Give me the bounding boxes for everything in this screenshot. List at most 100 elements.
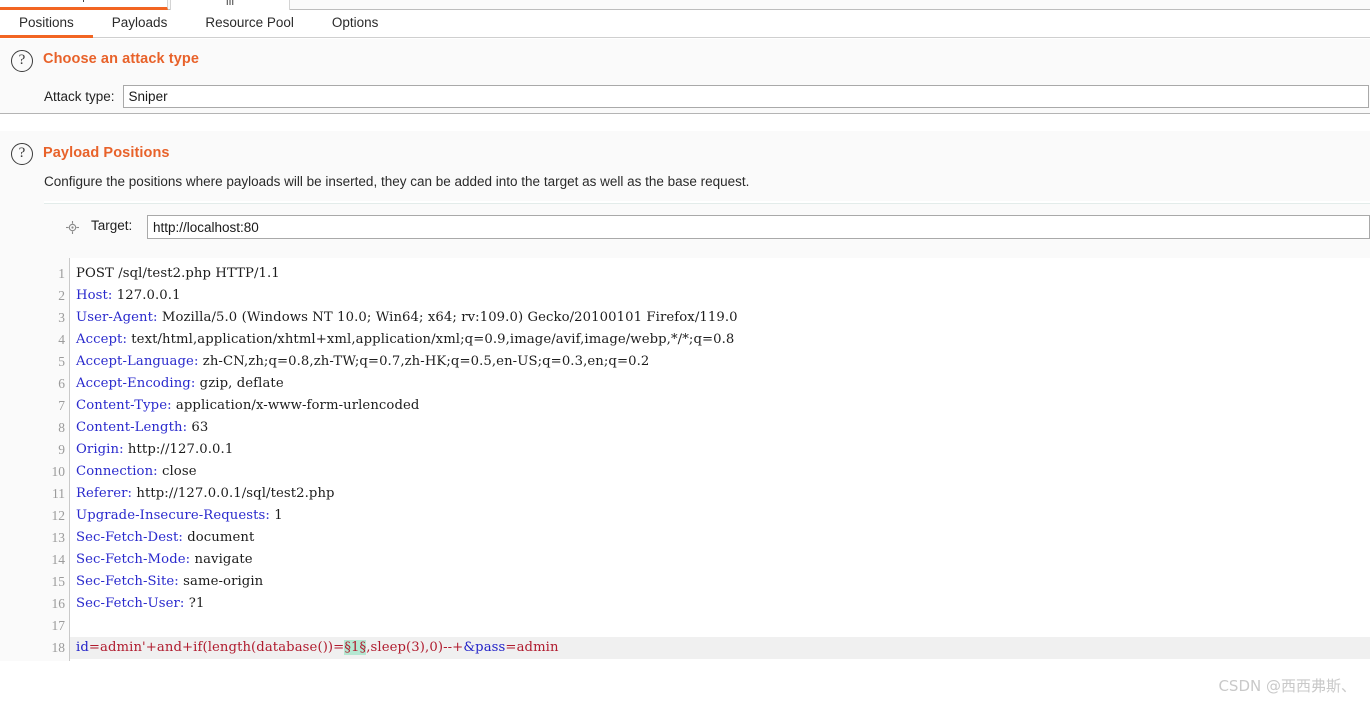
line-number: 4 [58, 332, 65, 347]
request-line: Origin: http://127.0.0.1 [70, 439, 1370, 461]
body-param-name: id [76, 640, 89, 655]
request-start-line: POST /sql/test2.php HTTP/1.1 [76, 266, 280, 281]
header-name: Connection: [76, 464, 158, 479]
line-number-gutter: 1 2 3 4 5 6 7 8 9 10 11 12 13 14 15 16 1… [44, 258, 70, 661]
request-line: Accept-Encoding: gzip, deflate [70, 373, 1370, 395]
header-name: Content-Type: [76, 398, 172, 413]
request-line: id=admin'+and+if(length(database())=§1§,… [70, 637, 1370, 659]
question-mark-icon[interactable]: ? [11, 50, 33, 72]
header-value: 127.0.0.1 [112, 288, 181, 303]
header-value: 63 [187, 420, 209, 435]
left-rail [0, 201, 44, 661]
line-number: 10 [51, 464, 66, 479]
attack-type-select[interactable]: Sniper [122, 85, 1369, 108]
request-line: Content-Type: application/x-www-form-url… [70, 395, 1370, 417]
request-line: Sec-Fetch-Site: same-origin [70, 571, 1370, 593]
line-number: 1 [58, 266, 65, 281]
target-input[interactable]: http://localhost:80 [147, 215, 1370, 239]
header-name: User-Agent: [76, 310, 158, 325]
header-value: zh-CN,zh;q=0.8,zh-TW;q=0.7,zh-HK;q=0.5,e… [198, 354, 650, 369]
header-name: Upgrade-Insecure-Requests: [76, 508, 270, 523]
outer-tab-2[interactable]: III [170, 0, 290, 10]
editor-bottom-filler [0, 661, 1370, 705]
crosshair-icon[interactable] [66, 221, 79, 234]
tab-payloads-label: Payloads [111, 15, 168, 30]
line-number: 18 [51, 640, 66, 655]
tab-options[interactable]: Options [313, 10, 398, 38]
line-number: 11 [52, 486, 65, 501]
line-number: 15 [51, 574, 66, 589]
header-value: document [182, 530, 255, 545]
header-name: Sec-Fetch-Dest: [76, 530, 183, 545]
line-number: 5 [58, 354, 65, 369]
attack-type-label: Attack type: [44, 89, 115, 104]
body-param-name: &pass [463, 640, 506, 655]
header-value: http://127.0.0.1/sql/test2.php [132, 486, 335, 501]
request-line: POST /sql/test2.php HTTP/1.1 [70, 263, 1370, 285]
line-number: 17 [51, 618, 66, 633]
payload-positions-section: ? Payload Positions Configure the positi… [0, 131, 1370, 201]
header-name: Accept: [76, 332, 127, 347]
request-code-area[interactable]: POST /sql/test2.php HTTP/1.1 Host: 127.0.… [70, 258, 1370, 661]
header-value: application/x-www-form-urlencoded [171, 398, 420, 413]
header-value: gzip, deflate [195, 376, 284, 391]
tab-positions-label: Positions [19, 15, 74, 30]
outer-tab-1[interactable]: I [0, 0, 168, 10]
line-number: 14 [51, 552, 66, 567]
header-name: Accept-Language: [76, 354, 199, 369]
request-line: Sec-Fetch-Dest: document [70, 527, 1370, 549]
outer-tab-strip: I III [0, 0, 1370, 10]
question-mark-icon[interactable]: ? [11, 143, 33, 165]
payload-positions-section-title: Payload Positions [43, 145, 170, 161]
line-number: 3 [58, 310, 65, 325]
request-line: Accept: text/html,application/xhtml+xml,… [70, 329, 1370, 351]
line-number: 16 [51, 596, 66, 611]
line-number: 6 [58, 376, 65, 391]
payload-positions-description: Configure the positions where payloads w… [44, 174, 750, 189]
header-name: Sec-Fetch-User: [76, 596, 185, 611]
tab-payloads[interactable]: Payloads [93, 10, 187, 38]
attack-type-row: Attack type: Sniper [44, 85, 1369, 108]
line-number: 13 [51, 530, 66, 545]
tab-options-label: Options [331, 15, 379, 30]
line-number: 8 [58, 420, 65, 435]
request-line: User-Agent: Mozilla/5.0 (Windows NT 10.0… [70, 307, 1370, 329]
request-line: Accept-Language: zh-CN,zh;q=0.8,zh-TW;q=… [70, 351, 1370, 373]
header-value: ?1 [184, 596, 205, 611]
tab-positions[interactable]: Positions [0, 10, 93, 38]
body-param-value: =admin'+and+if(length(database())= [88, 640, 345, 655]
header-value: Mozilla/5.0 (Windows NT 10.0; Win64; x64… [157, 310, 738, 325]
header-value: same-origin [178, 574, 264, 589]
request-line: Upgrade-Insecure-Requests: 1 [70, 505, 1370, 527]
request-line: Sec-Fetch-Mode: navigate [70, 549, 1370, 571]
header-name: Sec-Fetch-Mode: [76, 552, 191, 567]
header-name: Referer: [76, 486, 133, 501]
line-number: 2 [58, 288, 65, 303]
header-name: Origin: [76, 442, 124, 457]
header-value: close [157, 464, 197, 479]
line-number: 12 [51, 508, 66, 523]
line-number: 9 [58, 442, 65, 457]
body-param-value: ,sleep(3),0)--+ [366, 640, 464, 655]
tab-resource-pool[interactable]: Resource Pool [186, 10, 313, 38]
header-value: http://127.0.0.1 [123, 442, 234, 457]
payload-marker[interactable]: §1§ [344, 640, 367, 655]
header-name: Content-Length: [76, 420, 188, 435]
request-line [70, 615, 1370, 637]
attack-type-section-title: Choose an attack type [43, 51, 200, 67]
header-name: Accept-Encoding: [76, 376, 196, 391]
outer-tab-2-label: III [225, 0, 235, 8]
request-editor[interactable]: 1 2 3 4 5 6 7 8 9 10 11 12 13 14 15 16 1… [44, 258, 1370, 661]
header-name: Host: [76, 288, 113, 303]
target-label: Target: [91, 218, 133, 233]
request-line: Sec-Fetch-User: ?1 [70, 593, 1370, 615]
header-name: Sec-Fetch-Site: [76, 574, 179, 589]
request-line: Connection: close [70, 461, 1370, 483]
tab-resource-pool-label: Resource Pool [205, 15, 294, 30]
request-line: Content-Length: 63 [70, 417, 1370, 439]
request-line: Host: 127.0.0.1 [70, 285, 1370, 307]
intruder-tab-bar: Positions Payloads Resource Pool Options [0, 10, 1370, 38]
outer-tab-1-label: I [82, 0, 85, 5]
header-value: text/html,application/xhtml+xml,applicat… [126, 332, 735, 347]
